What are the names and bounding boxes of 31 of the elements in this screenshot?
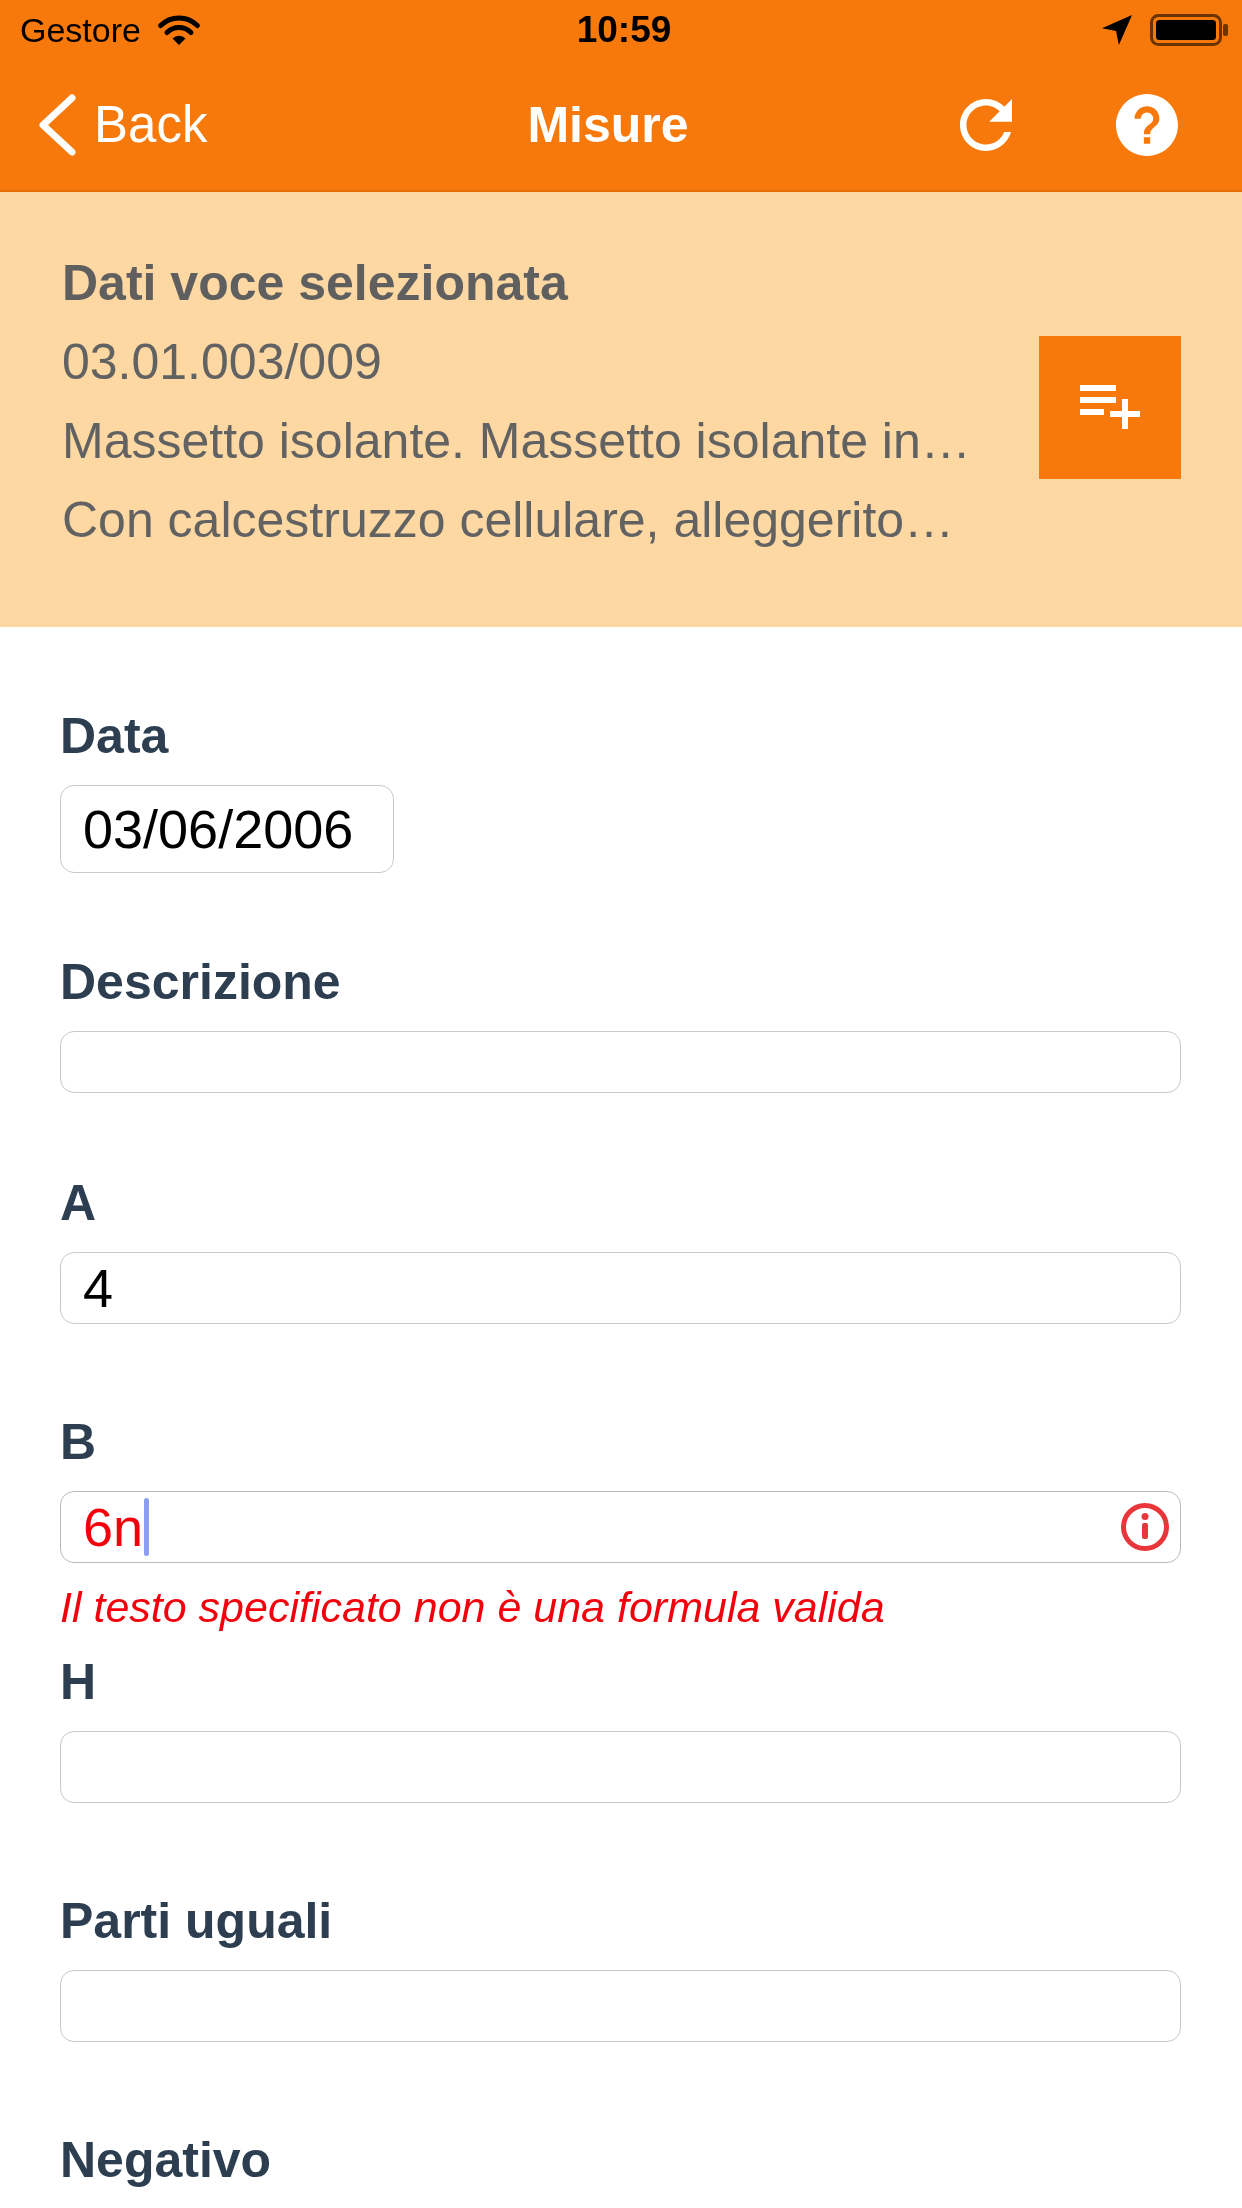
field-label: Parti uguali bbox=[60, 1892, 334, 1951]
carrier-name: Gestore bbox=[20, 10, 141, 50]
item-code: 03.01.003/009 bbox=[62, 333, 383, 392]
input-field[interactable]: 6n bbox=[60, 1491, 1181, 1563]
panel-heading: Dati voce selezionata bbox=[62, 254, 569, 313]
field-label: A bbox=[60, 1174, 98, 1233]
item-description: Massetto isolante. Massetto isolante in… bbox=[62, 412, 972, 471]
date-field[interactable]: 03/06/2006 bbox=[60, 785, 395, 873]
status-time: 10:59 bbox=[576, 10, 672, 50]
input-field[interactable]: 4 bbox=[60, 1252, 1181, 1324]
chevron-left-icon bbox=[38, 94, 76, 156]
refresh-icon[interactable] bbox=[960, 99, 1012, 151]
field-label: H bbox=[60, 1653, 98, 1712]
field-label: Descrizione bbox=[60, 953, 342, 1012]
input-field[interactable] bbox=[60, 1731, 1181, 1803]
location-arrow-icon bbox=[1102, 15, 1132, 45]
playlist-add-icon bbox=[1080, 385, 1140, 429]
wifi-icon bbox=[156, 14, 201, 46]
info-icon bbox=[1121, 1503, 1169, 1551]
error-message: Il testo specificato non è una formula valida bbox=[60, 1582, 886, 1633]
text-cursor-icon bbox=[144, 1498, 150, 1556]
input-field[interactable] bbox=[60, 1031, 1181, 1093]
field-label: B bbox=[60, 1413, 98, 1472]
help-icon[interactable] bbox=[1116, 94, 1178, 156]
input-field[interactable] bbox=[60, 1970, 1181, 2042]
field-label: Negativo bbox=[60, 2131, 273, 2190]
add-to-list-button[interactable] bbox=[1039, 335, 1181, 479]
screen-title: Misure bbox=[527, 96, 689, 155]
item-description: Con calcestruzzo cellulare, alleggerito… bbox=[62, 491, 956, 550]
field-label: Data bbox=[60, 707, 170, 766]
battery-icon bbox=[1150, 14, 1228, 46]
